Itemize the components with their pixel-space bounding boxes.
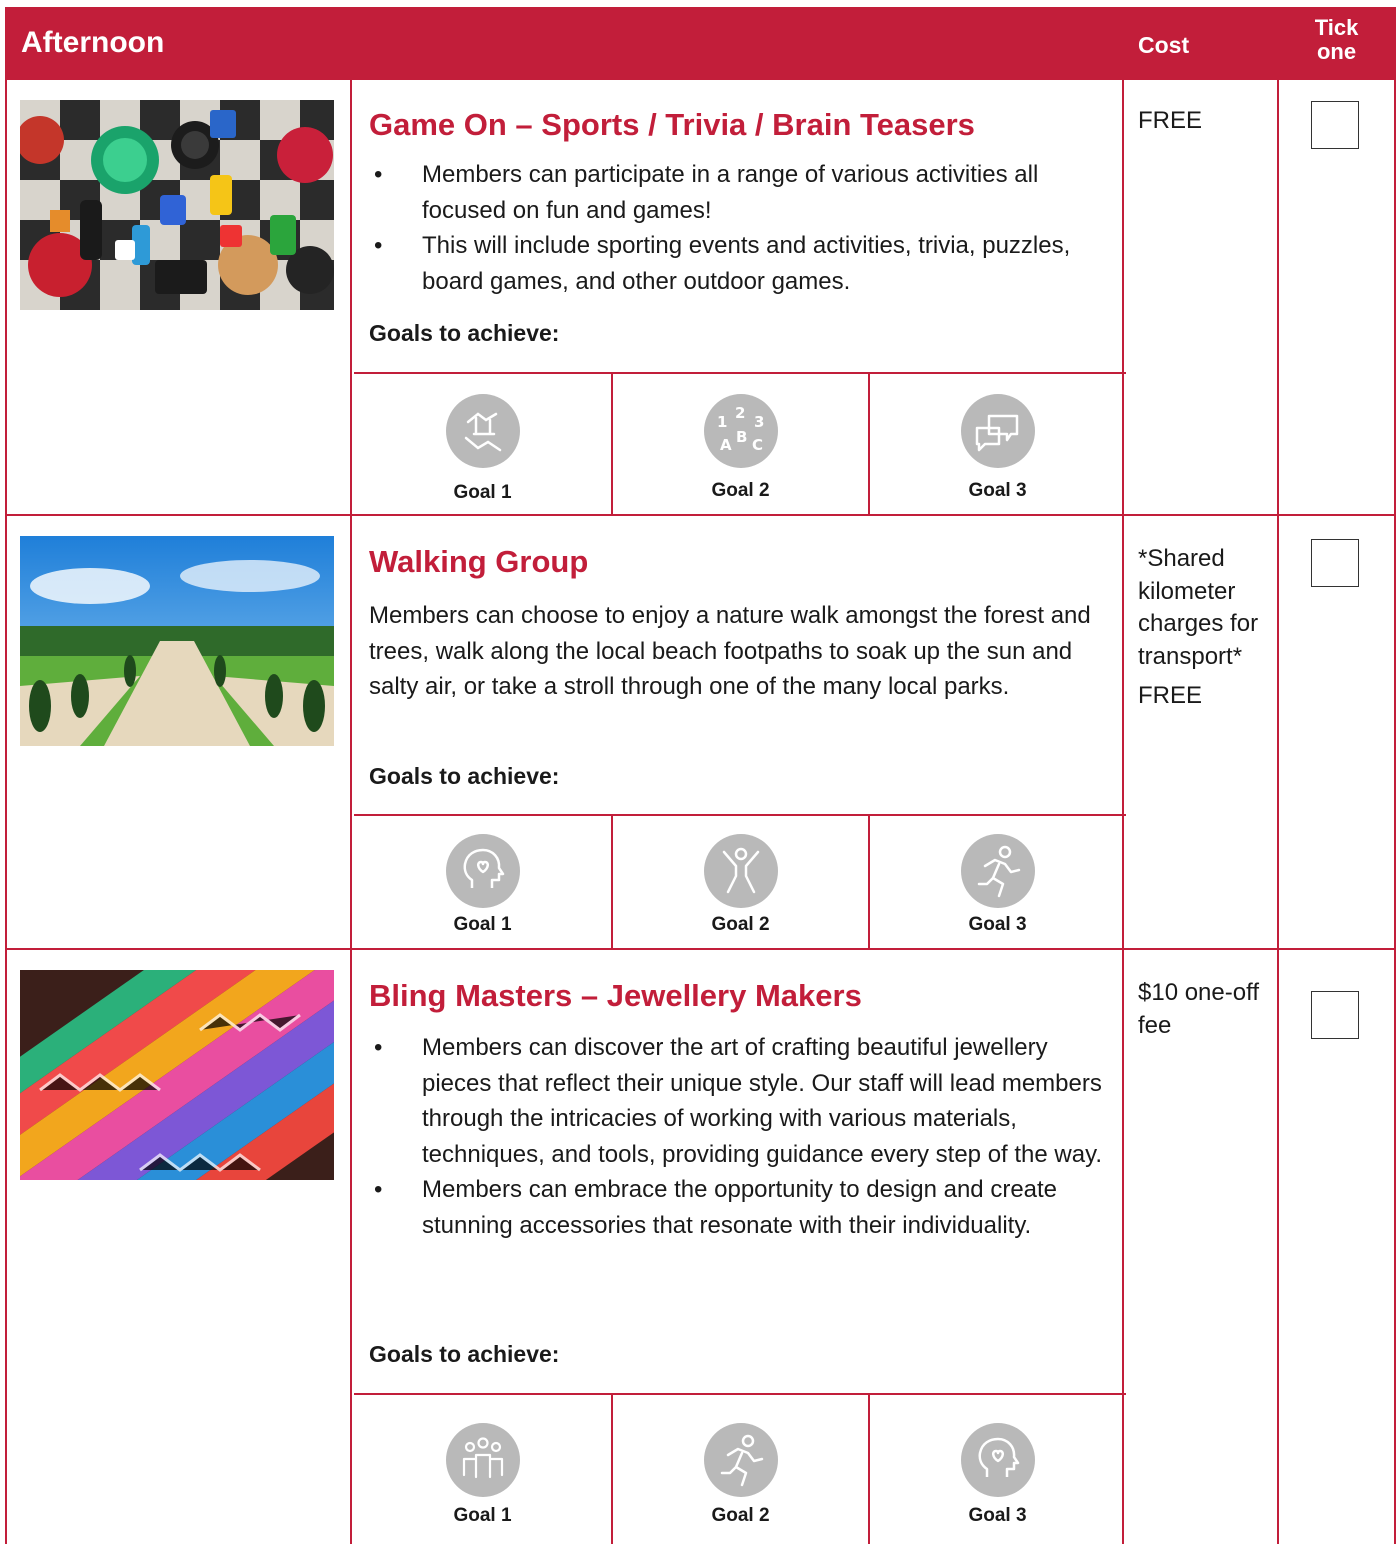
speech-bubbles-icon — [960, 394, 1035, 468]
goals-strip: Goal 1 Goal 2 Goal 3 — [354, 814, 1126, 948]
goal-label: Goal 3 — [968, 1505, 1027, 1526]
activity-bullets: Members can participate in a range of va… — [369, 157, 1114, 299]
goals-label: Goals to achieve: — [369, 320, 560, 346]
board-games-photo — [20, 100, 334, 310]
tick-checkbox[interactable] — [1311, 539, 1359, 587]
goals-label: Goals to achieve: — [369, 763, 560, 789]
table-header: Afternoon Cost Tick one — [5, 7, 1396, 80]
goal-cell: Goal 1 — [354, 1395, 611, 1544]
svg-text:A: A — [720, 436, 732, 454]
park-path-photo — [20, 536, 334, 746]
svg-text:C: C — [752, 436, 763, 454]
tick-column-header: Tick one — [1314, 15, 1359, 64]
bullet-item: Members can embrace the opportunity to d… — [369, 1172, 1114, 1243]
tick-checkbox[interactable] — [1311, 991, 1359, 1039]
group-people-icon — [445, 1423, 520, 1497]
activity-row-game-on: Game On – Sports / Trivia / Brain Teaser… — [5, 80, 1396, 516]
svg-text:2: 2 — [735, 404, 745, 422]
goal-label: Goal 2 — [711, 480, 770, 501]
bullet-item: Members can participate in a range of va… — [369, 157, 1114, 228]
goals-strip: Goal 1 123 ABC Goal 2 Goal 3 — [354, 372, 1126, 514]
goal-cell: Goal 1 — [354, 816, 611, 948]
goal-label: Goal 3 — [968, 480, 1027, 501]
activity-bullets: Members can discover the art of crafting… — [369, 1030, 1114, 1243]
running-person-icon — [960, 834, 1035, 908]
cost-value: *Shared kilometer charges for transport*… — [1138, 545, 1259, 709]
activity-paragraph: Members can choose to enjoy a nature wal… — [369, 602, 1091, 700]
running-person-icon — [703, 1423, 778, 1497]
goal-cell: Goal 2 — [611, 1395, 868, 1544]
goal-label: Goal 3 — [968, 914, 1027, 935]
activity-row-walking-group: Walking Group Members can choose to enjo… — [5, 516, 1396, 950]
goal-label: Goal 2 — [711, 914, 770, 935]
activity-title: Bling Masters – Jewellery Makers — [369, 978, 862, 1013]
section-title: Afternoon — [21, 26, 165, 59]
goal-cell: 123 ABC Goal 2 — [611, 374, 868, 514]
bullet-item: This will include sporting events and ac… — [369, 228, 1114, 299]
cost-value: FREE — [1138, 107, 1203, 134]
goal-cell: Goal 3 — [868, 816, 1125, 948]
goal-label: Goal 2 — [711, 1505, 770, 1526]
goal-cell: Goal 3 — [868, 1395, 1125, 1544]
goal-cell: Goal 3 — [868, 374, 1125, 514]
goal-cell: Goal 2 — [611, 816, 868, 948]
goal-label: Goal 1 — [453, 914, 512, 935]
activity-sheet: Afternoon Cost Tick one Game On – Sports… — [5, 7, 1396, 1544]
goal-label: Goal 1 — [453, 1505, 512, 1526]
numbers-letters-icon: 123 ABC — [703, 394, 778, 468]
cost-value: $10 one-off fee — [1138, 979, 1259, 1039]
goal-cell: Goal 1 — [354, 374, 611, 514]
friendship-bracelets-photo — [20, 970, 334, 1180]
svg-text:1: 1 — [717, 413, 727, 431]
cost-column-header: Cost — [1138, 32, 1190, 58]
svg-text:3: 3 — [754, 413, 764, 431]
goals-label: Goals to achieve: — [369, 1341, 560, 1367]
svg-text:B: B — [736, 428, 747, 446]
joined-hands-icon — [445, 394, 520, 468]
activity-row-bling-masters: Bling Masters – Jewellery Makers Members… — [5, 950, 1396, 1544]
activity-title: Walking Group — [369, 544, 589, 579]
goals-strip: Goal 1 Goal 2 Goal 3 — [354, 1393, 1126, 1544]
tick-checkbox[interactable] — [1311, 101, 1359, 149]
person-stretch-icon — [703, 834, 778, 908]
goal-label: Goal 1 — [453, 482, 512, 503]
bullet-item: Members can discover the art of crafting… — [369, 1030, 1114, 1172]
head-heart-icon — [445, 834, 520, 908]
head-heart-icon — [960, 1423, 1035, 1497]
activity-title: Game On – Sports / Trivia / Brain Teaser… — [369, 107, 975, 142]
